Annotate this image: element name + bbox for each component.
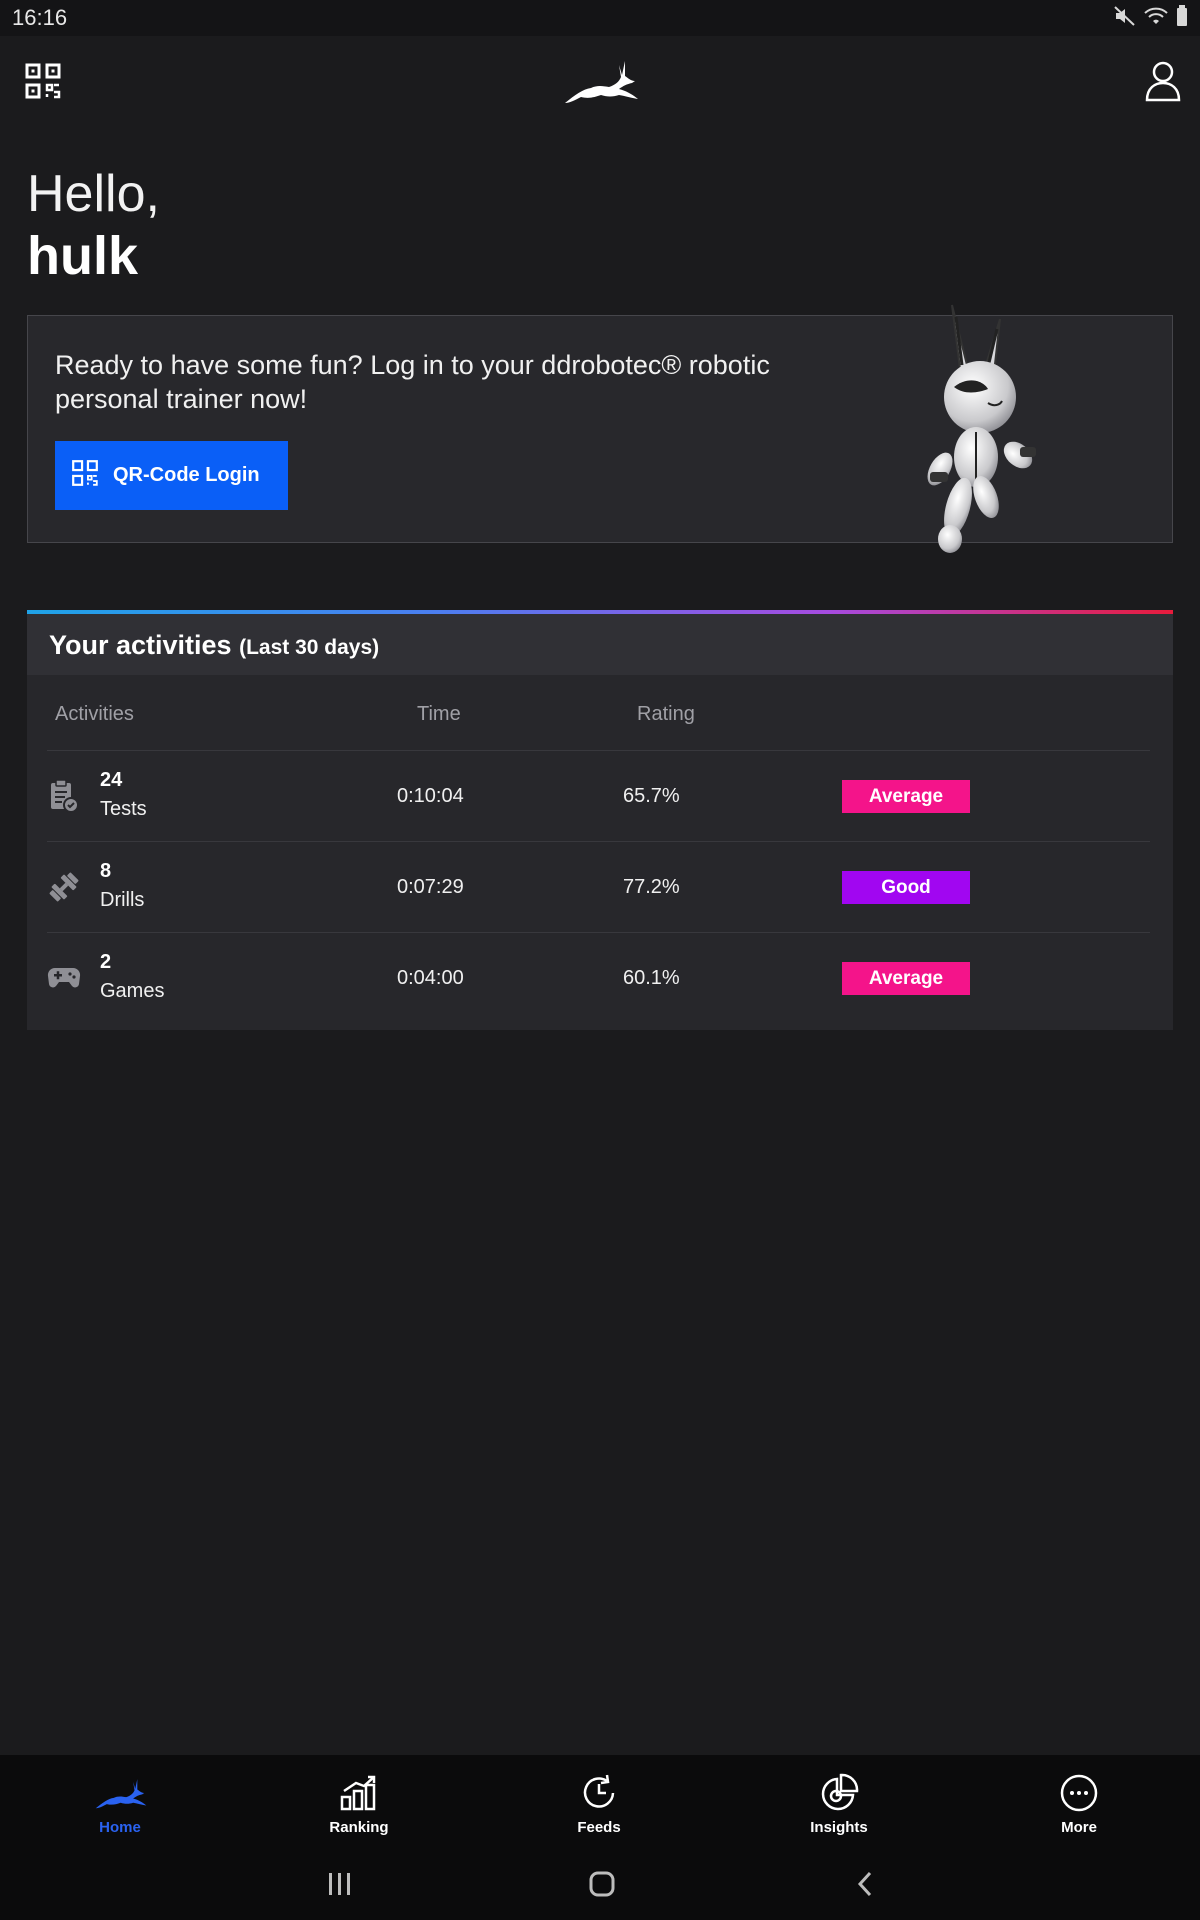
nav-label-home: Home [99, 1819, 141, 1836]
ranking-chart-icon [340, 1773, 378, 1813]
activity-count: 8 [100, 860, 112, 882]
more-dots-icon [1059, 1773, 1099, 1813]
activity-name: Drills [100, 889, 145, 911]
robot-mascot-illustration [908, 297, 1058, 557]
gamepad-icon [47, 961, 81, 995]
bottom-nav: Home Ranking Feeds Insights More [0, 1755, 1200, 1850]
nav-label-more: More [1061, 1819, 1097, 1836]
activities-title: Your activities (Last 30 days) [49, 630, 379, 661]
mute-icon [1114, 5, 1136, 31]
recent-apps-icon[interactable] [315, 1864, 365, 1904]
app-screen: 16:16 Hello, hulk Ready to have some fun… [0, 0, 1200, 1920]
wifi-icon [1144, 6, 1168, 31]
activity-row-drills[interactable]: 8 Drills 0:07:29 77.2% Good [47, 841, 1150, 932]
status-bar: 16:16 [0, 0, 1200, 36]
activity-count: 24 [100, 769, 123, 791]
status-icons [1114, 4, 1188, 32]
nav-label-feeds: Feeds [577, 1819, 621, 1836]
activity-count: 2 [100, 951, 112, 973]
nav-item-ranking[interactable]: Ranking [289, 1773, 429, 1843]
activity-name: Tests [100, 798, 147, 820]
activities-title-text: Your activities [49, 630, 232, 660]
nav-item-more[interactable]: More [1009, 1773, 1149, 1843]
login-prompt-text: Ready to have some fun? Log in to your d… [55, 350, 770, 414]
activities-card: Your activities (Last 30 days) Activitie… [27, 610, 1173, 1030]
activity-time: 0:07:29 [397, 876, 464, 898]
column-header-rating: Rating [637, 703, 695, 725]
qr-code-icon[interactable] [20, 58, 66, 104]
rating-badge: Average [842, 780, 970, 813]
rating-badge: Average [842, 962, 970, 995]
gazelle-logo [560, 58, 640, 104]
activity-row-games[interactable]: 2 Games 0:04:00 60.1% Average [47, 932, 1150, 1023]
nav-item-home[interactable]: Home [50, 1773, 190, 1843]
column-header-time: Time [417, 703, 461, 725]
activity-rating: 77.2% [623, 876, 680, 898]
qr-code-login-button[interactable]: QR-Code Login [55, 441, 288, 510]
nav-label-ranking: Ranking [329, 1819, 389, 1836]
activity-rating: 65.7% [623, 785, 680, 807]
greeting-username: hulk [27, 226, 139, 286]
qr-code-login-label: QR-Code Login [113, 464, 260, 486]
greeting: Hello, hulk [27, 165, 160, 289]
insights-pie-icon [819, 1773, 859, 1813]
activity-time: 0:10:04 [397, 785, 464, 807]
dumbbell-icon [47, 870, 81, 904]
clipboard-check-icon [47, 779, 81, 813]
activity-rating: 60.1% [623, 967, 680, 989]
status-time: 16:16 [12, 5, 68, 30]
column-header-activities: Activities [55, 703, 134, 725]
nav-item-insights[interactable]: Insights [769, 1773, 909, 1843]
rating-badge: Good [842, 871, 970, 904]
activity-time: 0:04:00 [397, 967, 464, 989]
activity-row-tests[interactable]: 24 Tests 0:10:04 65.7% Average [47, 750, 1150, 841]
qr-code-icon [71, 459, 99, 493]
activities-subtitle: (Last 30 days) [239, 636, 380, 659]
gazelle-home-icon [93, 1773, 147, 1813]
system-nav-bar [0, 1850, 1200, 1920]
greeting-hello: Hello, [27, 165, 160, 223]
activities-header: Your activities (Last 30 days) [27, 614, 1173, 675]
feeds-clock-icon [579, 1773, 619, 1813]
nav-item-feeds[interactable]: Feeds [529, 1773, 669, 1843]
activity-name: Games [100, 980, 165, 1002]
battery-icon [1176, 4, 1188, 32]
nav-label-insights: Insights [810, 1819, 868, 1836]
app-header [0, 36, 1200, 126]
back-icon[interactable] [840, 1864, 890, 1904]
home-circle-icon[interactable] [577, 1864, 627, 1904]
user-profile-icon[interactable] [1140, 58, 1186, 104]
